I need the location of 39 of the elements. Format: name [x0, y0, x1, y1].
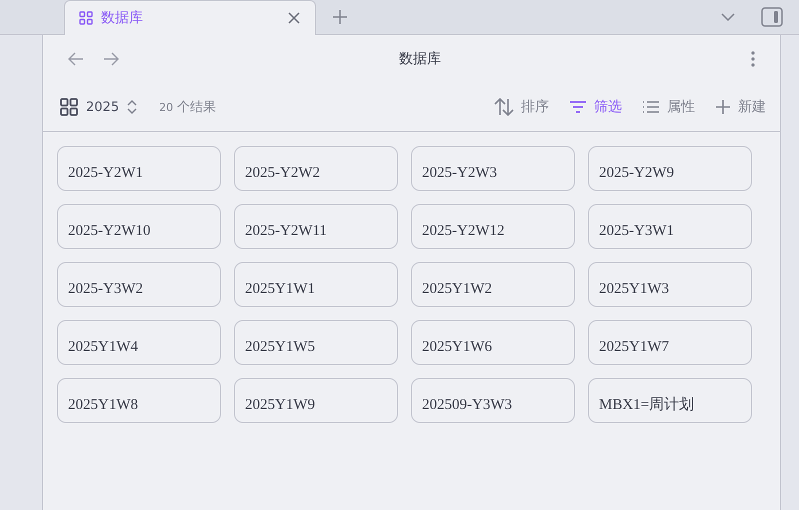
more-options-icon[interactable]: [751, 51, 755, 67]
forward-arrow-icon[interactable]: [103, 52, 119, 66]
note-card[interactable]: 2025Y1W5: [234, 320, 398, 365]
note-card[interactable]: MBX1=周计划: [588, 378, 752, 423]
result-count: 20 个结果: [159, 99, 216, 116]
note-card[interactable]: 2025Y1W4: [57, 320, 221, 365]
close-icon[interactable]: [287, 11, 301, 25]
new-tab-icon[interactable]: [332, 9, 348, 25]
grid-icon: [60, 98, 78, 116]
note-card[interactable]: 2025-Y2W3: [411, 146, 575, 191]
view-selector[interactable]: 2025: [60, 98, 138, 116]
note-card[interactable]: 2025-Y3W1: [588, 204, 752, 249]
plus-icon: [715, 99, 731, 115]
note-card[interactable]: 2025-Y2W12: [411, 204, 575, 249]
note-card[interactable]: 202509-Y3W3: [411, 378, 575, 423]
note-card[interactable]: 2025-Y2W11: [234, 204, 398, 249]
note-card[interactable]: 2025-Y3W2: [57, 262, 221, 307]
note-card[interactable]: 2025Y1W3: [588, 262, 752, 307]
note-card[interactable]: 2025-Y2W1: [57, 146, 221, 191]
note-card[interactable]: 2025Y1W6: [411, 320, 575, 365]
note-card[interactable]: 2025Y1W1: [234, 262, 398, 307]
chevron-down-icon[interactable]: [721, 13, 735, 21]
note-card[interactable]: 2025Y1W8: [57, 378, 221, 423]
list-icon: [642, 100, 660, 114]
note-card[interactable]: 2025-Y2W9: [588, 146, 752, 191]
note-card[interactable]: 2025Y1W9: [234, 378, 398, 423]
database-tab[interactable]: 数据库: [64, 0, 316, 35]
filter-button[interactable]: 筛选: [569, 98, 622, 116]
note-card[interactable]: 2025Y1W2: [411, 262, 575, 307]
note-card[interactable]: 2025-Y2W2: [234, 146, 398, 191]
page-title: 数据库: [398, 50, 442, 68]
back-arrow-icon[interactable]: [68, 52, 84, 66]
grid-icon: [79, 11, 93, 25]
note-card[interactable]: 2025Y1W7: [588, 320, 752, 365]
filter-icon: [569, 100, 587, 114]
sidebar-toggle-icon[interactable]: [761, 7, 783, 27]
sort-arrows-icon: [494, 98, 514, 116]
up-down-chevron-icon: [127, 100, 138, 114]
note-card[interactable]: 2025-Y2W10: [57, 204, 221, 249]
